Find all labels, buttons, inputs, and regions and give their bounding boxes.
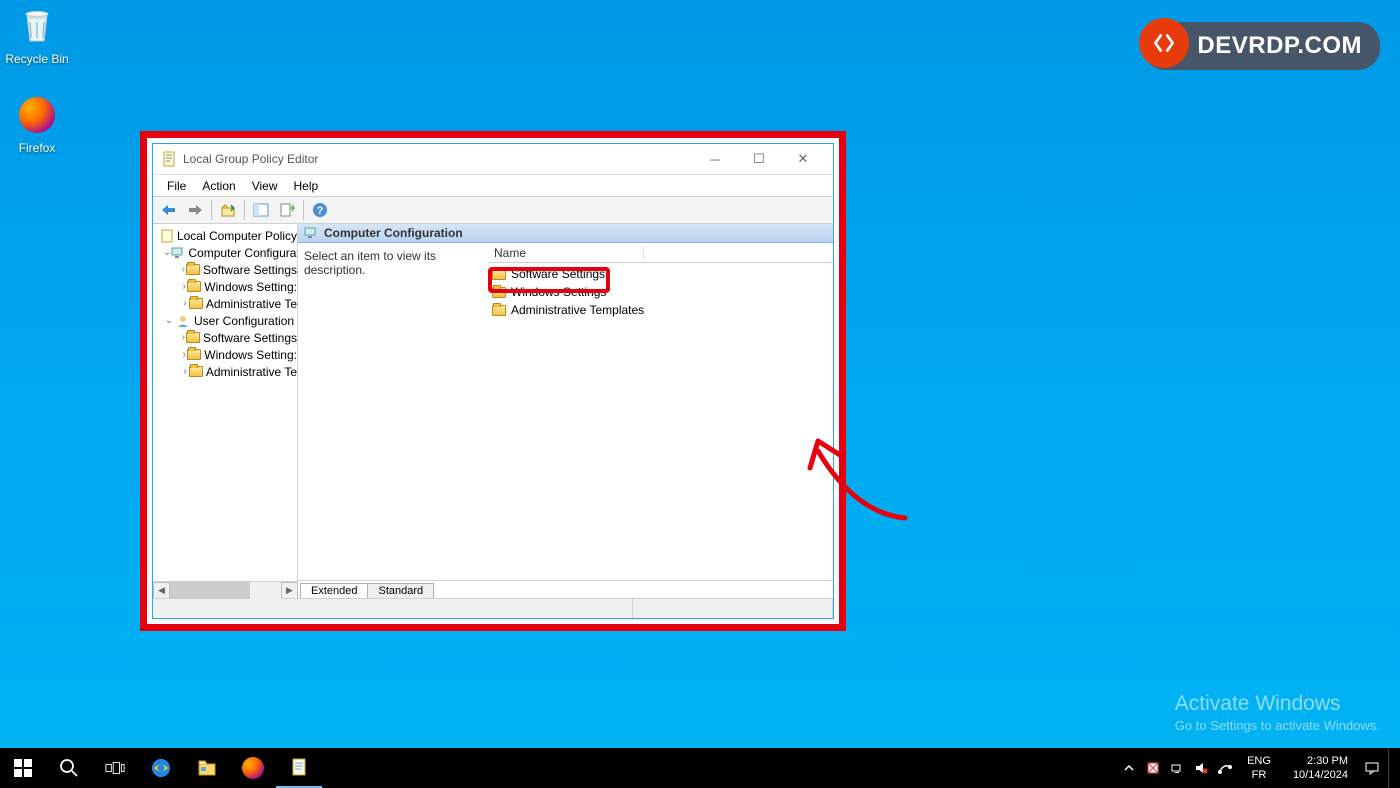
task-view-button[interactable]: [92, 748, 138, 788]
tray-rdp-icon[interactable]: [1217, 760, 1233, 776]
desktop-icon-label: Firefox: [0, 141, 74, 155]
close-button[interactable]: ✕: [781, 144, 825, 174]
titlebar[interactable]: Local Group Policy Editor ─ ☐ ✕: [153, 144, 833, 174]
search-button[interactable]: [46, 748, 92, 788]
list-item-admin-templates[interactable]: Administrative Templates: [488, 301, 833, 319]
menu-action[interactable]: Action: [194, 177, 243, 195]
tree-item[interactable]: ›Software Settings: [153, 261, 297, 278]
action-center-button[interactable]: [1364, 760, 1380, 776]
tray-security-icon[interactable]: [1145, 760, 1161, 776]
forward-button[interactable]: [183, 199, 207, 221]
user-icon: [175, 314, 191, 328]
tray-volume-icon[interactable]: [1193, 760, 1209, 776]
folder-icon: [189, 366, 203, 377]
folder-icon: [492, 269, 506, 280]
toolbar: ?: [153, 196, 833, 224]
tree-user-config[interactable]: ⌄ User Configuration: [153, 312, 297, 329]
tree-root[interactable]: Local Computer Policy: [153, 227, 297, 244]
tree-view[interactable]: Local Computer Policy ⌄ Computer Configu…: [153, 224, 298, 581]
maximize-button[interactable]: ☐: [737, 144, 781, 174]
folder-icon: [492, 305, 506, 316]
help-button[interactable]: ?: [308, 199, 332, 221]
task-view-icon: [105, 758, 125, 778]
firefox-icon: [242, 757, 264, 779]
up-button[interactable]: [216, 199, 240, 221]
language-indicator[interactable]: ENG FR: [1241, 754, 1277, 782]
policy-icon: [160, 229, 174, 243]
folder-icon: [187, 349, 201, 360]
tree-item[interactable]: ›Administrative Te: [153, 295, 297, 312]
notepad-icon: [289, 757, 309, 777]
tree-scrollbar[interactable]: ◀ ▶: [153, 581, 298, 598]
clock[interactable]: 2:30 PM 10/14/2024: [1285, 754, 1356, 782]
svg-text:?: ?: [317, 205, 324, 217]
tree-item[interactable]: ›Software Settings: [153, 329, 297, 346]
tree-computer-config[interactable]: ⌄ Computer Configurat: [153, 244, 297, 261]
start-button[interactable]: [0, 748, 46, 788]
statusbar: [153, 598, 833, 618]
taskbar-notepad[interactable]: [276, 748, 322, 788]
export-button[interactable]: [275, 199, 299, 221]
list-item-software-settings[interactable]: Software Settings: [488, 265, 833, 283]
tab-extended[interactable]: Extended: [300, 583, 368, 598]
recycle-bin-icon: [17, 5, 57, 45]
computer-icon: [171, 246, 185, 260]
content-header: Computer Configuration: [298, 224, 833, 243]
show-desktop-button[interactable]: [1388, 748, 1394, 788]
tree-item[interactable]: ›Windows Setting:: [153, 278, 297, 295]
taskbar-firefox[interactable]: [230, 748, 276, 788]
scroll-right-button[interactable]: ▶: [281, 582, 298, 599]
tabs: Extended Standard: [298, 580, 833, 598]
computer-icon: [304, 226, 318, 240]
search-icon: [59, 758, 79, 778]
windows-icon: [13, 758, 33, 778]
desktop-icon-label: Recycle Bin: [0, 52, 74, 66]
ie-icon: [151, 758, 171, 778]
description-pane: Select an item to view its description.: [298, 243, 488, 580]
menu-help[interactable]: Help: [286, 177, 327, 195]
column-header[interactable]: Name: [488, 243, 833, 263]
tree-item[interactable]: ›Administrative Te: [153, 363, 297, 380]
show-hide-tree-button[interactable]: [249, 199, 273, 221]
scroll-thumb[interactable]: [170, 582, 250, 599]
activate-windows-watermark: Activate Windows Go to Settings to activ…: [1175, 692, 1380, 733]
gpedit-window: Local Group Policy Editor ─ ☐ ✕ File Act…: [140, 131, 846, 631]
folder-icon: [187, 281, 201, 292]
folder-icon: [492, 287, 506, 298]
tray-network-icon[interactable]: [1169, 760, 1185, 776]
explorer-icon: [197, 758, 217, 778]
list-item-windows-settings[interactable]: Windows Settings: [488, 283, 833, 301]
brand-icon: [1139, 18, 1189, 68]
window-title: Local Group Policy Editor: [183, 152, 693, 166]
firefox-icon: [17, 97, 57, 137]
tab-standard[interactable]: Standard: [367, 583, 434, 598]
back-button[interactable]: [157, 199, 181, 221]
taskbar: ENG FR 2:30 PM 10/14/2024: [0, 748, 1400, 788]
annotation-arrow-icon: [800, 433, 920, 523]
list-pane: Name Software Settings Windows Settings …: [488, 243, 833, 580]
menu-file[interactable]: File: [159, 177, 194, 195]
tree-item[interactable]: ›Windows Setting:: [153, 346, 297, 363]
desktop-icon-firefox[interactable]: Firefox: [0, 95, 74, 155]
minimize-button[interactable]: ─: [693, 144, 737, 174]
folder-icon: [186, 264, 200, 275]
tray-chevron-icon[interactable]: [1121, 760, 1137, 776]
brand-watermark: DEVRDP.COM: [1143, 22, 1380, 70]
gpedit-icon: [161, 151, 177, 167]
scroll-left-button[interactable]: ◀: [153, 582, 170, 599]
menu-view[interactable]: View: [244, 177, 286, 195]
taskbar-ie[interactable]: [138, 748, 184, 788]
menubar: File Action View Help: [153, 174, 833, 196]
folder-icon: [186, 332, 200, 343]
desktop-icon-recycle-bin[interactable]: Recycle Bin: [0, 5, 74, 66]
folder-icon: [189, 298, 203, 309]
taskbar-explorer[interactable]: [184, 748, 230, 788]
